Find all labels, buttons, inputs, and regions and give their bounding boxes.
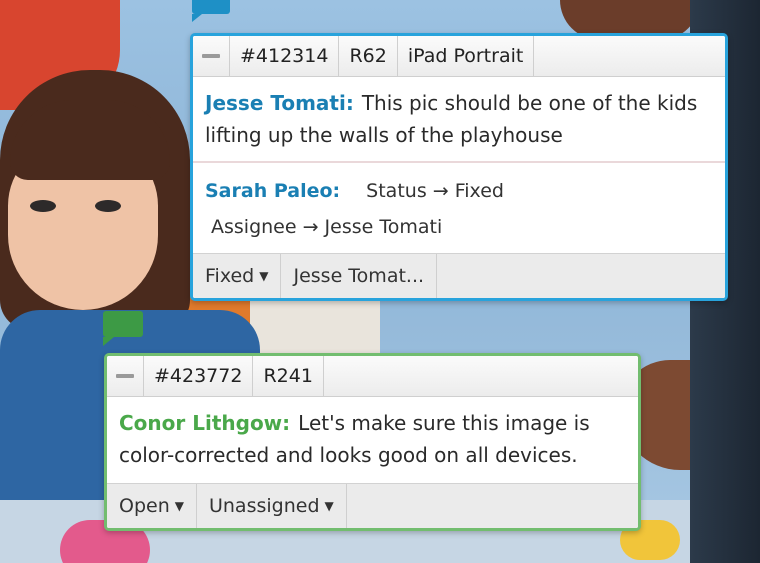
comment-author[interactable]: Jesse Tomati: <box>205 91 354 115</box>
comment-header: #423772 R241 <box>107 356 638 397</box>
comment-id[interactable]: #423772 <box>144 356 254 396</box>
status-value: Open <box>119 495 170 517</box>
comment-card: #412314 R62 iPad Portrait Jesse Tomati: T… <box>190 33 728 301</box>
comment-pin-icon[interactable] <box>103 311 143 346</box>
comment-header: #412314 R62 iPad Portrait <box>193 36 725 77</box>
caret-down-icon: ▼ <box>324 499 334 513</box>
device-label[interactable]: iPad Portrait <box>398 36 535 76</box>
revision-label[interactable]: R241 <box>253 356 324 396</box>
activity-author[interactable]: Sarah Paleo: <box>205 180 340 202</box>
minus-icon <box>116 374 134 378</box>
assignee-value: Jesse Tomat... <box>293 265 425 287</box>
status-dropdown[interactable]: Fixed ▼ <box>193 254 282 298</box>
status-value: Fixed <box>205 265 255 287</box>
revision-label[interactable]: R62 <box>339 36 398 76</box>
assignee-change: Assignee → Jesse Tomati <box>211 216 443 238</box>
assignee-dropdown[interactable]: Unassigned ▼ <box>197 484 347 528</box>
activity-log: Sarah Paleo: Status → Fixed Assignee → J… <box>193 163 725 253</box>
minus-icon <box>202 54 220 58</box>
status-dropdown[interactable]: Open ▼ <box>107 484 197 528</box>
caret-down-icon: ▼ <box>174 499 184 513</box>
collapse-button[interactable] <box>193 36 230 76</box>
comment-footer: Fixed ▼ Jesse Tomat... <box>193 253 725 298</box>
collapse-button[interactable] <box>107 356 144 396</box>
comment-author[interactable]: Conor Lithgow: <box>119 411 290 435</box>
comment-body: Conor Lithgow: Let's make sure this image… <box>107 397 638 481</box>
assignee-dropdown[interactable]: Jesse Tomat... <box>281 254 438 298</box>
comment-card: #423772 R241 Conor Lithgow: Let's make su… <box>104 353 641 531</box>
comment-footer: Open ▼ Unassigned ▼ <box>107 483 638 528</box>
comment-pin-icon[interactable] <box>192 0 230 22</box>
caret-down-icon: ▼ <box>259 269 269 283</box>
comment-body: Jesse Tomati: This pic should be one of t… <box>193 77 725 161</box>
comment-id[interactable]: #412314 <box>230 36 340 76</box>
status-change: Status → Fixed <box>366 180 504 202</box>
assignee-value: Unassigned <box>208 495 320 517</box>
